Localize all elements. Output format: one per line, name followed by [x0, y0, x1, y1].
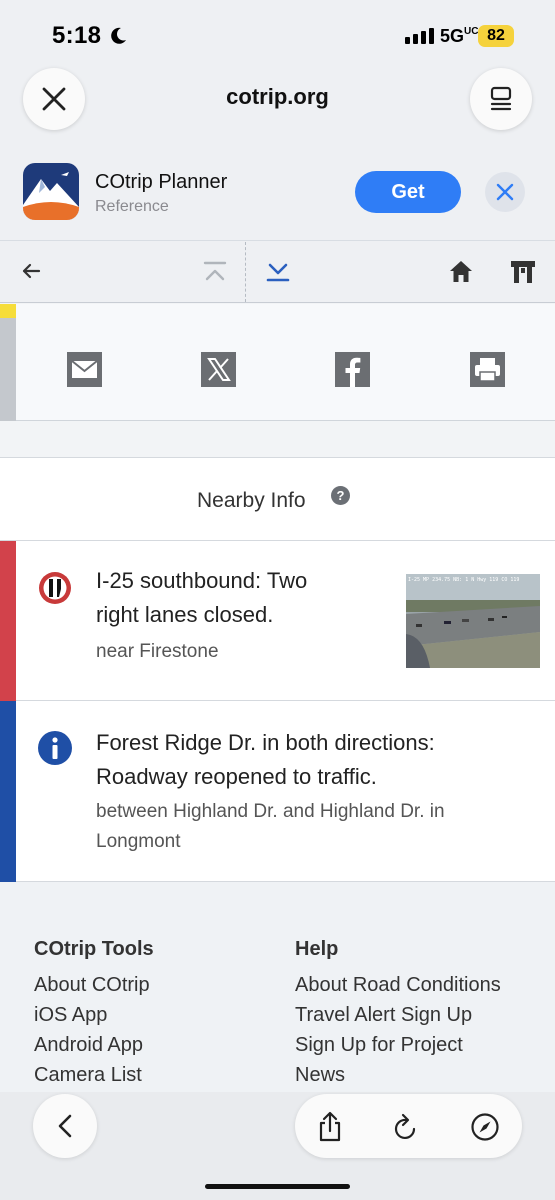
section-title: Nearby Info: [197, 489, 306, 512]
toolbar-divider: [245, 242, 246, 302]
cotrip-logo-icon: [23, 163, 79, 220]
item-title: Forest Ridge Dr. in both directions: Roa…: [96, 730, 435, 789]
compass-icon: [471, 1113, 499, 1141]
network-label: 5GUC: [440, 26, 479, 46]
road-sign-icon[interactable]: [509, 259, 537, 285]
footer-link[interactable]: About Road Conditions: [295, 970, 501, 1000]
email-icon[interactable]: [67, 352, 102, 387]
status-strip: [0, 318, 16, 421]
footer-link[interactable]: About COtrip: [34, 970, 150, 1000]
item-location: between Highland Dr. and Highland Dr. in…: [96, 801, 445, 852]
footer-link[interactable]: Travel Alert Sign Up: [295, 1000, 501, 1030]
item-location: near Firestone: [96, 641, 219, 662]
status-strip: [0, 701, 16, 882]
status-strip: [0, 541, 16, 701]
footer-link[interactable]: Android App: [34, 1030, 150, 1060]
signal-icon: [405, 28, 434, 44]
info-icon: [38, 731, 72, 765]
print-icon[interactable]: [470, 352, 505, 387]
lane-closure-icon: [39, 572, 71, 604]
reader-menu-button[interactable]: [470, 68, 532, 130]
home-icon[interactable]: [448, 259, 474, 283]
scroll-top-icon[interactable]: [202, 260, 228, 284]
footer-link[interactable]: Sign Up for Project: [295, 1030, 501, 1060]
footer-link[interactable]: News: [295, 1060, 501, 1090]
reload-button[interactable]: [386, 1107, 426, 1147]
app-name: COtrip Planner: [95, 171, 228, 193]
get-app-button[interactable]: Get: [355, 171, 461, 213]
app-icon[interactable]: [23, 163, 79, 220]
safari-button[interactable]: [465, 1107, 505, 1147]
moon-icon: [111, 27, 126, 44]
close-icon: [496, 183, 514, 201]
status-strip: [0, 304, 16, 318]
dismiss-banner-button[interactable]: [485, 172, 525, 212]
camera-caption: I-25 MP 234.75 NB: 1 N Hwy 119 CO 119: [408, 577, 519, 583]
footer-heading-help: Help: [295, 938, 339, 960]
battery-indicator: 82: [478, 25, 514, 47]
item-title: I-25 southbound: Two right lanes closed.: [96, 568, 308, 627]
page-menu-icon: [490, 86, 512, 111]
footer-link[interactable]: Camera List: [34, 1060, 150, 1090]
back-arrow-icon[interactable]: [20, 260, 42, 282]
chevron-left-icon: [58, 1114, 72, 1138]
smart-app-banner: [0, 146, 555, 240]
status-time: 5:18: [52, 22, 102, 49]
footer-help-links: About Road Conditions Travel Alert Sign …: [295, 970, 501, 1090]
footer-heading-tools: COtrip Tools: [34, 938, 154, 960]
help-icon[interactable]: ?: [331, 486, 350, 505]
x-twitter-icon[interactable]: [201, 352, 236, 387]
camera-thumbnail[interactable]: I-25 MP 234.75 NB: 1 N Hwy 119 CO 119: [406, 574, 540, 668]
scroll-bottom-icon[interactable]: [265, 260, 291, 284]
home-indicator: [205, 1184, 350, 1189]
app-category: Reference: [95, 198, 169, 215]
browser-back-button[interactable]: [33, 1094, 97, 1158]
share-icon: [319, 1111, 341, 1142]
share-button[interactable]: [310, 1107, 350, 1147]
footer-tools-links: About COtrip iOS App Android App Camera …: [34, 970, 150, 1090]
reload-icon: [394, 1113, 416, 1140]
facebook-icon[interactable]: [335, 352, 370, 387]
footer-link[interactable]: iOS App: [34, 1000, 150, 1030]
